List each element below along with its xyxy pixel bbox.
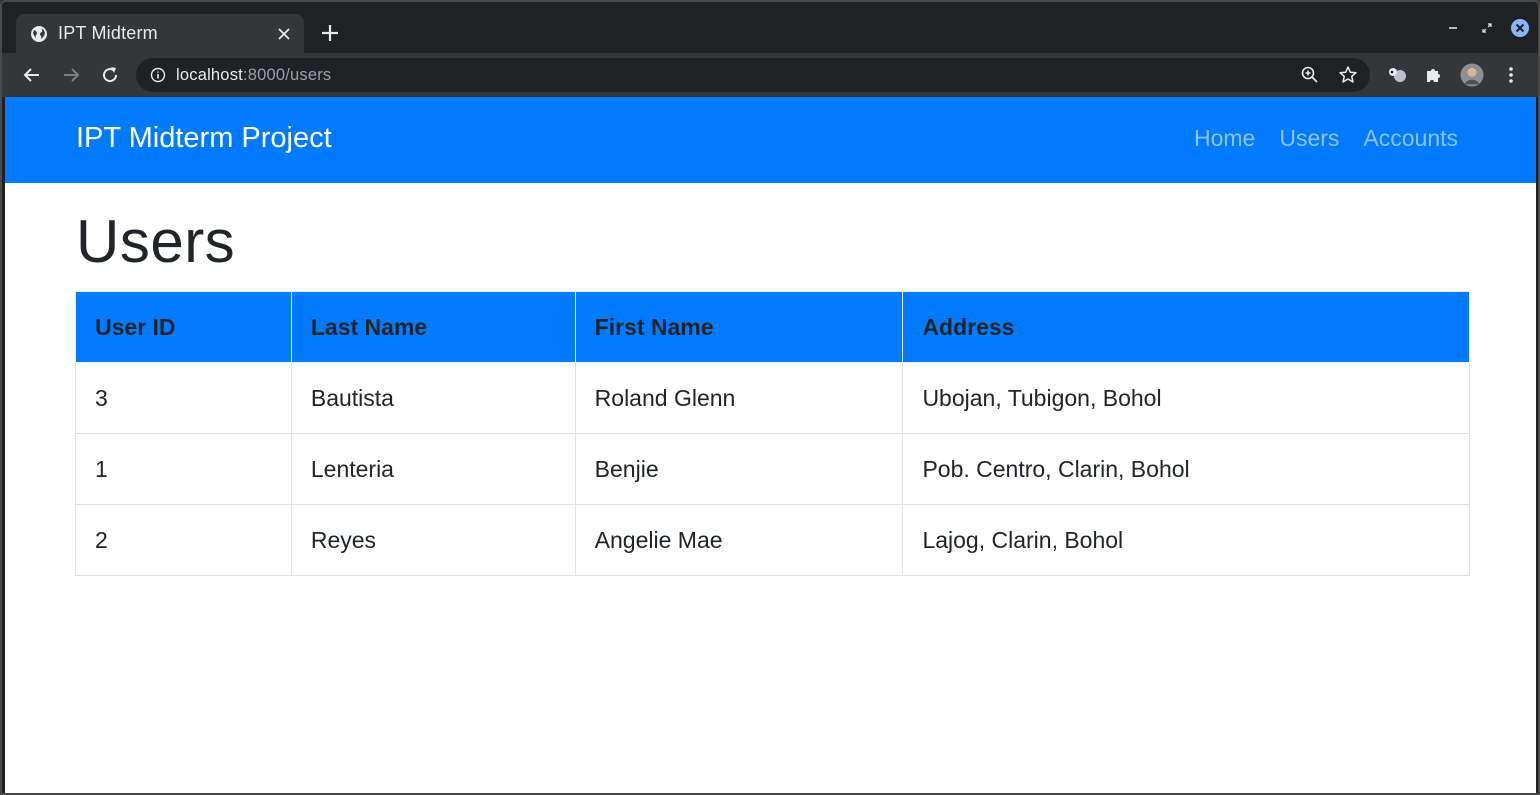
web-page: IPT Midterm Project Home Users Accounts … [5, 97, 1536, 793]
navbar: IPT Midterm Project Home Users Accounts [5, 97, 1536, 183]
restore-icon[interactable] [1476, 16, 1498, 40]
tab-strip: IPT Midterm [2, 2, 1538, 53]
column-header-user-id: User ID [75, 291, 292, 363]
nav-link-home[interactable]: Home [1194, 125, 1255, 152]
browser-tab[interactable]: IPT Midterm [16, 14, 304, 53]
globe-icon [31, 25, 47, 42]
table-row: 1 Lenteria Benjie Pob. Centro, Clarin, B… [75, 433, 1470, 505]
table-header-row: User ID Last Name First Name Address [75, 291, 1470, 363]
address-bar[interactable]: localhost:8000/users [136, 58, 1370, 92]
navbar-brand[interactable]: IPT Midterm Project [76, 122, 332, 155]
browser-toolbar: localhost:8000/users [2, 53, 1538, 97]
url-host: localhost [176, 65, 243, 84]
site-info-icon[interactable] [150, 67, 166, 83]
page-title: Users [76, 208, 236, 275]
close-window-icon[interactable] [1508, 16, 1532, 40]
menu-kebab-icon[interactable] [1499, 63, 1523, 87]
cell-address: Pob. Centro, Clarin, Bohol [902, 433, 1470, 505]
cell-first-name: Angelie Mae [574, 504, 904, 576]
column-header-first-name: First Name [574, 291, 904, 363]
cell-address: Lajog, Clarin, Bohol [902, 504, 1470, 576]
cell-user-id: 1 [75, 433, 292, 505]
nav-links: Home Users Accounts [1194, 125, 1458, 152]
extension-icon[interactable] [1385, 63, 1409, 87]
table-row: 3 Bautista Roland Glenn Ubojan, Tubigon,… [75, 362, 1470, 434]
close-tab-icon[interactable] [274, 24, 294, 44]
bookmark-star-icon[interactable] [1338, 65, 1358, 85]
table-row: 2 Reyes Angelie Mae Lajog, Clarin, Bohol [75, 504, 1470, 576]
zoom-icon[interactable] [1300, 65, 1320, 85]
url-text: localhost:8000/users [176, 66, 331, 85]
forward-icon[interactable] [57, 61, 85, 89]
cell-user-id: 2 [75, 504, 292, 576]
tab-title: IPT Midterm [58, 23, 158, 43]
cell-last-name: Reyes [290, 504, 576, 576]
new-tab-icon[interactable] [318, 21, 342, 45]
cell-first-name: Benjie [574, 433, 904, 505]
cell-last-name: Lenteria [290, 433, 576, 505]
users-table: User ID Last Name First Name Address 3 B… [75, 291, 1470, 576]
reload-icon[interactable] [96, 61, 124, 89]
cell-last-name: Bautista [290, 362, 576, 434]
cell-first-name: Roland Glenn [574, 362, 904, 434]
browser-window: IPT Midterm localhost:8000/users IPT Mid… [0, 0, 1540, 795]
cell-address: Ubojan, Tubigon, Bohol [902, 362, 1470, 434]
puzzle-icon[interactable] [1422, 63, 1446, 87]
avatar[interactable] [1460, 63, 1484, 87]
nav-link-accounts[interactable]: Accounts [1363, 125, 1458, 152]
minimize-icon[interactable] [1442, 16, 1464, 40]
url-path: :8000/users [242, 65, 332, 84]
back-icon[interactable] [18, 61, 46, 89]
nav-link-users[interactable]: Users [1279, 125, 1339, 152]
cell-user-id: 3 [75, 362, 292, 434]
column-header-address: Address [902, 291, 1470, 363]
column-header-last-name: Last Name [290, 291, 576, 363]
